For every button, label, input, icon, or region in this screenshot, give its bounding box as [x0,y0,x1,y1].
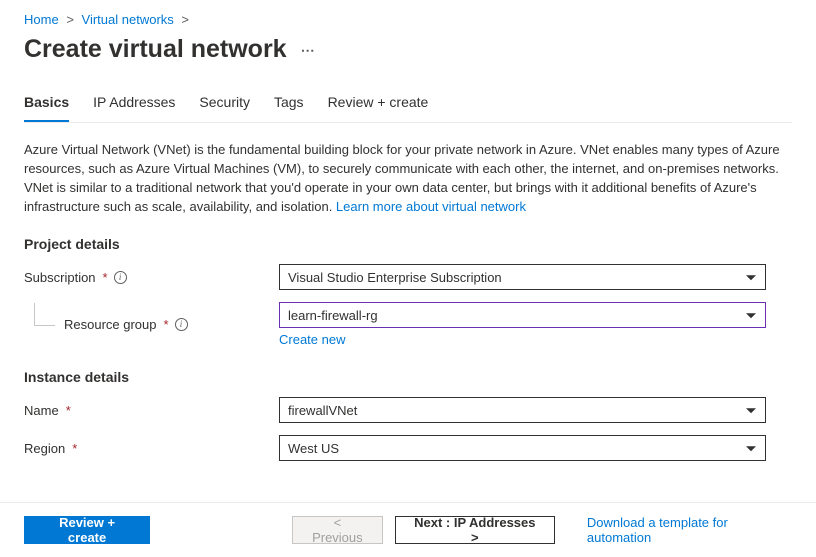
tab-basics[interactable]: Basics [24,94,69,122]
required-icon: * [164,317,169,332]
required-icon: * [72,441,77,456]
section-instance-details: Instance details [24,369,792,385]
breadcrumb: Home > Virtual networks > [24,12,792,27]
label-name-text: Name [24,403,59,418]
section-project-details: Project details [24,236,792,252]
footer-bar: Review + create < Previous Next : IP Add… [0,502,816,557]
tab-ip-addresses[interactable]: IP Addresses [93,94,175,122]
tab-security[interactable]: Security [199,94,250,122]
required-icon: * [66,403,71,418]
region-value: West US [288,441,339,456]
label-resource-group-text: Resource group [64,317,157,332]
label-resource-group: Resource group * i [24,317,279,332]
page-title-text: Create virtual network [24,35,287,64]
label-subscription: Subscription * i [24,270,279,285]
resource-group-select[interactable]: learn-firewall-rg [279,302,766,328]
info-icon[interactable]: i [114,271,127,284]
label-name: Name * [24,403,279,418]
learn-more-link[interactable]: Learn more about virtual network [336,199,526,214]
tab-review-create[interactable]: Review + create [328,94,429,122]
review-create-button[interactable]: Review + create [24,516,150,544]
tab-bar: Basics IP Addresses Security Tags Review… [24,94,792,123]
label-subscription-text: Subscription [24,270,96,285]
chevron-right-icon: > [181,12,189,27]
region-select[interactable]: West US [279,435,766,461]
label-region-text: Region [24,441,65,456]
intro-paragraph: Azure Virtual Network (VNet) is the fund… [24,141,784,216]
tab-tags[interactable]: Tags [274,94,304,122]
name-value: firewallVNet [288,403,357,418]
info-icon[interactable]: i [175,318,188,331]
more-icon[interactable]: ⋯ [301,43,316,57]
chevron-right-icon: > [66,12,74,27]
previous-button: < Previous [292,516,383,544]
next-button[interactable]: Next : IP Addresses > [395,516,555,544]
page-title: Create virtual network ⋯ [24,35,792,64]
breadcrumb-virtual-networks[interactable]: Virtual networks [82,12,174,27]
required-icon: * [103,270,108,285]
resource-group-value: learn-firewall-rg [288,308,378,323]
download-template-link[interactable]: Download a template for automation [587,515,792,545]
label-region: Region * [24,441,279,456]
breadcrumb-home[interactable]: Home [24,12,59,27]
create-new-link[interactable]: Create new [279,332,345,347]
subscription-value: Visual Studio Enterprise Subscription [288,270,502,285]
name-field[interactable]: firewallVNet [279,397,766,423]
subscription-select[interactable]: Visual Studio Enterprise Subscription [279,264,766,290]
